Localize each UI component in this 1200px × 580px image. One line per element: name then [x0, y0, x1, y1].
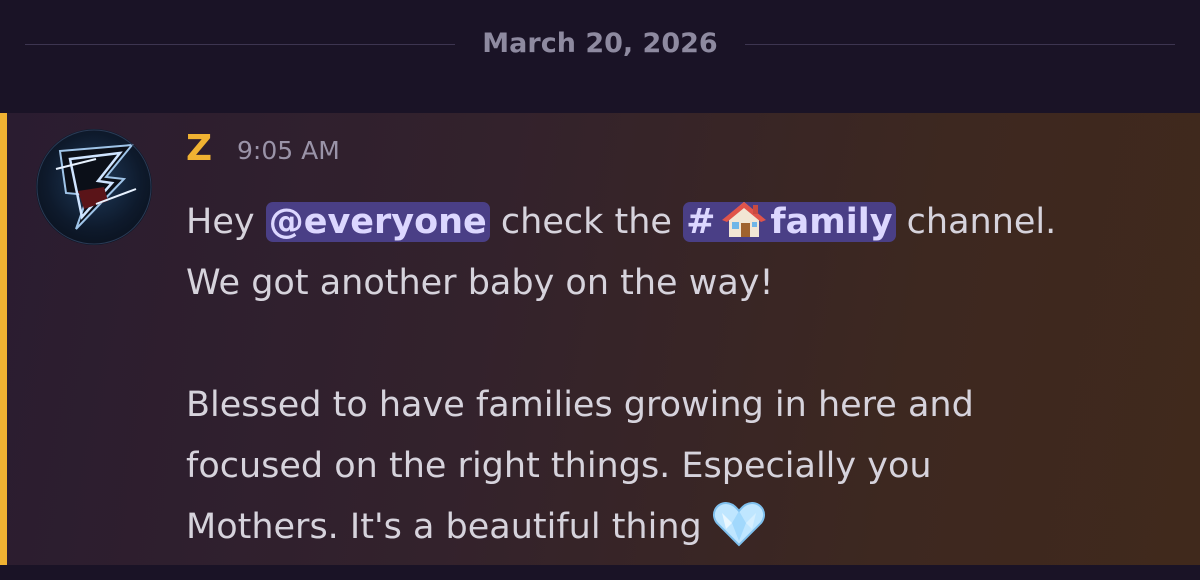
text-segment: check the	[489, 202, 684, 242]
mention-highlight-bar	[0, 113, 7, 565]
message-item[interactable]: Z 9:05 AM Hey @everyone check the # fami…	[0, 113, 1200, 565]
house-icon	[722, 202, 767, 237]
author-name[interactable]: Z	[186, 127, 212, 171]
light-blue-heart-icon	[712, 501, 765, 547]
text-line: focused on the right things. Especially …	[186, 446, 932, 486]
divider-line-right	[745, 44, 1175, 45]
text-line: Blessed to have families growing in here…	[186, 385, 974, 425]
text-line: Mothers. It's a beautiful thing	[186, 507, 702, 547]
message-timestamp: 9:05 AM	[237, 136, 340, 165]
everyone-mention[interactable]: @everyone	[265, 202, 490, 242]
message-content: Hey @everyone check the # family channel…	[186, 192, 1176, 558]
text-segment: Hey	[186, 202, 266, 242]
date-divider: March 20, 2026	[0, 0, 1200, 113]
avatar[interactable]	[36, 129, 152, 245]
bottom-strip	[0, 565, 1200, 580]
avatar-z-logo-icon	[36, 129, 152, 245]
divider-date: March 20, 2026	[482, 28, 718, 59]
channel-mention[interactable]: # family	[683, 202, 896, 242]
text-line: We got another baby on the way!	[186, 263, 774, 303]
channel-hash: #	[686, 202, 716, 242]
divider-line-left	[25, 44, 455, 45]
text-segment: channel.	[895, 202, 1057, 242]
channel-name: family	[770, 202, 893, 242]
